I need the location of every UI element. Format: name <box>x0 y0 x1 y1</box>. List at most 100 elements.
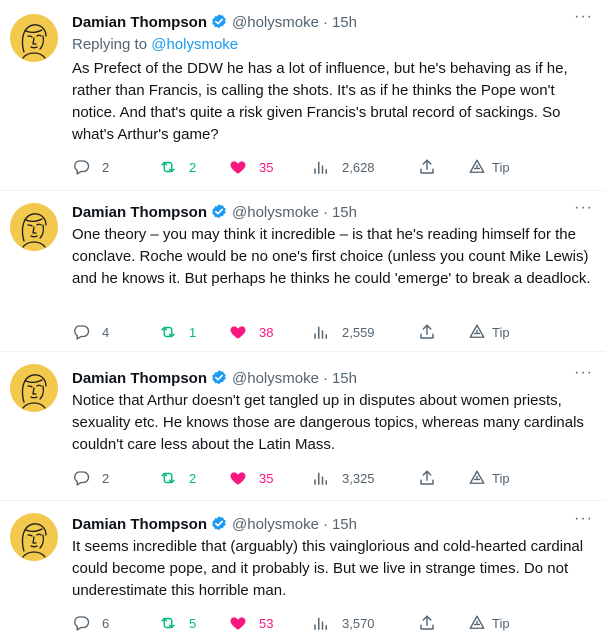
author-name[interactable]: Damian Thompson <box>72 370 207 387</box>
tip-icon <box>468 614 486 632</box>
reply-button[interactable]: 2 <box>72 157 109 177</box>
retweet-button[interactable]: 2 <box>159 468 196 488</box>
tip-button[interactable]: Tip <box>468 157 510 177</box>
heart-icon <box>229 323 247 341</box>
author-handle[interactable]: @holysmoke <box>232 14 319 31</box>
views-button[interactable]: 3,325 <box>312 468 375 488</box>
more-icon[interactable]: ··· <box>574 199 593 217</box>
views-count: 3,570 <box>342 615 375 631</box>
separator-dot: · <box>322 13 328 31</box>
retweet-button[interactable]: 2 <box>159 157 196 177</box>
author-name[interactable]: Damian Thompson <box>72 14 207 31</box>
share-icon <box>418 469 436 487</box>
reply-button[interactable]: 6 <box>72 613 109 633</box>
tweet-actions: 2 2 35 3,325 Tip <box>72 468 592 488</box>
author-handle[interactable]: @holysmoke <box>232 204 319 221</box>
tip-label: Tip <box>492 159 510 175</box>
like-count: 35 <box>259 159 274 175</box>
separator-dot: · <box>322 369 328 387</box>
retweet-count: 2 <box>189 159 197 175</box>
replying-to: Replying to @holysmoke <box>72 36 238 53</box>
verified-badge-icon <box>210 515 228 533</box>
tweet-header: Damian Thompson @holysmoke · 15h <box>72 514 357 534</box>
avatar[interactable] <box>10 513 58 561</box>
tweet-actions: 4 1 38 2,559 Tip <box>72 322 592 342</box>
tweet-actions: 6 5 53 3,570 Tip <box>72 613 592 633</box>
tweet[interactable]: Damian Thompson @holysmoke · 15h ··· Not… <box>0 352 605 500</box>
views-count: 2,628 <box>342 159 375 175</box>
separator-dot: · <box>322 515 328 533</box>
views-button[interactable]: 3,570 <box>312 613 375 633</box>
timestamp[interactable]: 15h <box>332 370 357 387</box>
timestamp[interactable]: 15h <box>332 14 357 31</box>
tip-button[interactable]: Tip <box>468 322 510 342</box>
tweet[interactable]: Damian Thompson @holysmoke · 15h ··· It … <box>0 501 605 639</box>
replying-to-handle-link[interactable]: @holysmoke <box>151 36 238 53</box>
reply-icon <box>72 323 90 341</box>
avatar[interactable] <box>10 203 58 251</box>
tip-label: Tip <box>492 470 510 486</box>
reply-icon <box>72 469 90 487</box>
reply-button[interactable]: 2 <box>72 468 109 488</box>
views-count: 2,559 <box>342 324 375 340</box>
author-handle[interactable]: @holysmoke <box>232 516 319 533</box>
retweet-button[interactable]: 5 <box>159 613 196 633</box>
like-button[interactable]: 38 <box>229 322 273 342</box>
tip-label: Tip <box>492 615 510 631</box>
retweet-button[interactable]: 1 <box>159 322 196 342</box>
reply-icon <box>72 614 90 632</box>
share-button[interactable] <box>418 613 436 633</box>
share-icon <box>418 158 436 176</box>
reply-button[interactable]: 4 <box>72 322 109 342</box>
views-count: 3,325 <box>342 470 375 486</box>
views-icon <box>312 323 330 341</box>
author-name[interactable]: Damian Thompson <box>72 516 207 533</box>
author-name[interactable]: Damian Thompson <box>72 204 207 221</box>
tip-icon <box>468 323 486 341</box>
tweet-text: It seems incredible that (arguably) this… <box>72 538 584 599</box>
views-icon <box>312 614 330 632</box>
reply-count: 2 <box>102 159 110 175</box>
timestamp[interactable]: 15h <box>332 516 357 533</box>
verified-badge-icon <box>210 203 228 221</box>
share-button[interactable] <box>418 322 436 342</box>
share-button[interactable] <box>418 157 436 177</box>
tweet-text: As Prefect of the DDW he has a lot of in… <box>72 60 568 143</box>
reply-count: 4 <box>102 324 110 340</box>
more-icon[interactable]: ··· <box>574 364 593 382</box>
retweet-icon <box>159 158 177 176</box>
avatar[interactable] <box>10 14 58 62</box>
avatar[interactable] <box>10 364 58 412</box>
tweet-header: Damian Thompson @holysmoke · 15h <box>72 202 357 222</box>
tweet[interactable]: Damian Thompson @holysmoke · 15h ··· Rep… <box>0 0 605 190</box>
like-count: 35 <box>259 470 274 486</box>
views-button[interactable]: 2,559 <box>312 322 375 342</box>
tweet-text: One theory – you may think it incredible… <box>72 226 591 287</box>
reply-count: 6 <box>102 615 110 631</box>
reply-count: 2 <box>102 470 110 486</box>
timestamp[interactable]: 15h <box>332 204 357 221</box>
views-icon <box>312 158 330 176</box>
like-count: 38 <box>259 324 274 340</box>
more-icon[interactable]: ··· <box>574 510 593 528</box>
retweet-count: 1 <box>189 324 197 340</box>
tweet-actions: 2 2 35 2,628 Tip <box>72 157 592 177</box>
tip-button[interactable]: Tip <box>468 468 510 488</box>
like-count: 53 <box>259 615 274 631</box>
author-handle[interactable]: @holysmoke <box>232 370 319 387</box>
tweet[interactable]: Damian Thompson @holysmoke · 15h ··· One… <box>0 191 605 351</box>
share-button[interactable] <box>418 468 436 488</box>
retweet-icon <box>159 614 177 632</box>
heart-icon <box>229 158 247 176</box>
tip-button[interactable]: Tip <box>468 613 510 633</box>
like-button[interactable]: 35 <box>229 157 273 177</box>
verified-badge-icon <box>210 369 228 387</box>
like-button[interactable]: 53 <box>229 613 273 633</box>
views-button[interactable]: 2,628 <box>312 157 375 177</box>
tip-icon <box>468 158 486 176</box>
tip-label: Tip <box>492 324 510 340</box>
heart-icon <box>229 469 247 487</box>
verified-badge-icon <box>210 13 228 31</box>
like-button[interactable]: 35 <box>229 468 273 488</box>
more-icon[interactable]: ··· <box>574 8 593 26</box>
